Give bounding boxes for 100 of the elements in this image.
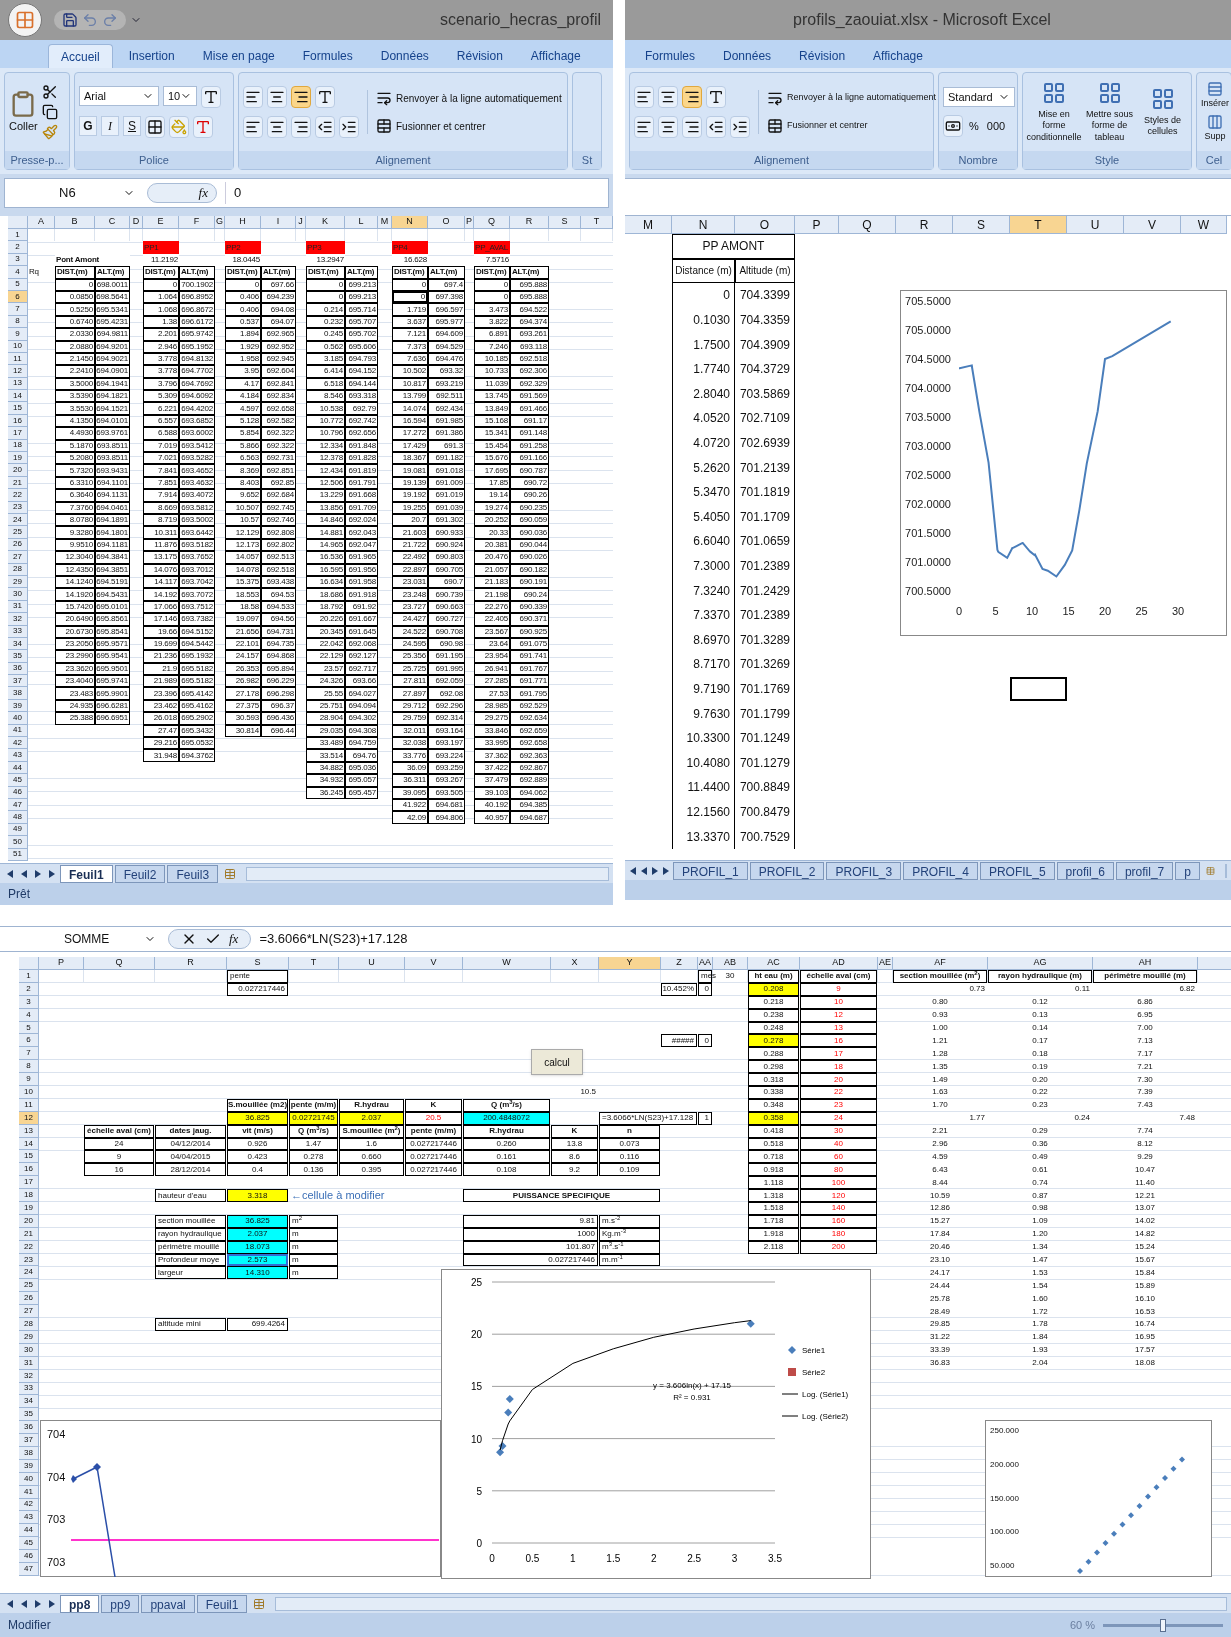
column-header[interactable]: S: [549, 216, 581, 229]
calcul-button[interactable]: calcul: [531, 1049, 583, 1075]
row-number[interactable]: 48: [8, 811, 28, 824]
row-number[interactable]: 12: [8, 365, 28, 378]
column-header[interactable]: K: [306, 216, 345, 229]
sheet-tab[interactable]: pp8: [60, 1594, 100, 1613]
row-number[interactable]: 9: [8, 328, 28, 341]
column-header[interactable]: AC: [748, 957, 800, 970]
column-header[interactable]: X: [551, 957, 599, 970]
sheet-tab[interactable]: profil_6: [1056, 861, 1114, 880]
row-number[interactable]: 19: [8, 452, 28, 465]
sheet-tab[interactable]: PROFIL_1: [673, 861, 748, 880]
align-bottom-button[interactable]: [682, 86, 702, 108]
align-top-button[interactable]: [243, 86, 263, 108]
column-header[interactable]: P: [39, 957, 84, 970]
column-header[interactable]: AG: [988, 957, 1093, 970]
new-sheet-icon[interactable]: [253, 1597, 266, 1610]
column-header[interactable]: Z: [661, 957, 698, 970]
column-header[interactable]: V: [405, 957, 463, 970]
row-number[interactable]: 14: [8, 390, 28, 403]
sheet-tab[interactable]: Feuil2: [114, 864, 166, 883]
column-header[interactable]: W: [1181, 216, 1227, 234]
new-sheet-icon[interactable]: [1206, 864, 1215, 877]
percent-button[interactable]: %: [967, 115, 981, 137]
column-header[interactable]: P: [795, 216, 839, 234]
align-center-button[interactable]: [658, 116, 678, 138]
save-icon[interactable]: [62, 12, 78, 28]
ribbon-tab[interactable]: Affichage: [861, 44, 935, 68]
row-number[interactable]: 15: [8, 402, 28, 415]
ribbon-tab[interactable]: Révision: [787, 44, 858, 68]
row-number[interactable]: 15: [19, 1150, 39, 1164]
name-box[interactable]: SOMME: [40, 929, 160, 949]
column-header[interactable]: AA: [698, 957, 713, 970]
copy-icon[interactable]: [41, 104, 58, 120]
column-header[interactable]: W: [463, 957, 551, 970]
column-header[interactable]: L: [345, 216, 378, 229]
borders-button[interactable]: [145, 116, 165, 138]
grow-font-button[interactable]: [201, 86, 221, 108]
style-button[interactable]: Mettre sous forme de tableau: [1085, 81, 1134, 143]
ribbon-tab[interactable]: Insertion: [116, 44, 187, 68]
column-header[interactable]: Y: [599, 957, 661, 970]
align-right-button[interactable]: [291, 116, 311, 138]
thousands-button[interactable]: 000: [984, 115, 1008, 137]
orientation-button[interactable]: [706, 86, 726, 108]
row-number[interactable]: 32: [8, 613, 28, 626]
column-header[interactable]: R: [155, 957, 227, 970]
ribbon-tab[interactable]: Données: [368, 44, 441, 68]
column-header[interactable]: U: [339, 957, 405, 970]
row-number[interactable]: 28: [19, 1318, 39, 1331]
horizontal-scrollbar[interactable]: [275, 1596, 1227, 1611]
row-number[interactable]: 7: [19, 1047, 39, 1061]
cut-icon[interactable]: [41, 84, 58, 100]
row-number[interactable]: 25: [8, 526, 28, 539]
insert-button[interactable]: Insérer: [1201, 80, 1229, 110]
sheet-tab[interactable]: Feuil1: [60, 864, 113, 883]
delete-button[interactable]: Supp: [1204, 114, 1226, 144]
column-header[interactable]: T: [581, 216, 613, 229]
sheet-tab[interactable]: PROFIL_5: [979, 861, 1055, 880]
row-number[interactable]: 45: [8, 774, 28, 787]
sheet-tab[interactable]: pp9: [101, 1594, 140, 1613]
row-number[interactable]: 19: [19, 1202, 39, 1215]
row-number[interactable]: 18: [19, 1189, 39, 1203]
active-cell-outline[interactable]: [1010, 676, 1067, 702]
horizontal-scrollbar[interactable]: [1225, 863, 1227, 878]
row-number[interactable]: 35: [19, 1408, 39, 1422]
paste-button[interactable]: Coller: [9, 89, 38, 135]
italic-button[interactable]: I: [101, 116, 119, 136]
align-middle-button[interactable]: [267, 86, 287, 108]
column-header[interactable]: Q: [839, 216, 896, 234]
column-header[interactable]: M: [378, 216, 392, 229]
row-number[interactable]: 16: [19, 1163, 39, 1177]
underline-button[interactable]: S: [123, 116, 141, 136]
align-left-button[interactable]: [634, 116, 654, 138]
ribbon-tab[interactable]: Affichage: [518, 44, 593, 68]
decrease-indent-button[interactable]: [315, 116, 335, 138]
column-header[interactable]: I: [261, 216, 296, 229]
ribbon-tab[interactable]: Formules: [633, 44, 707, 68]
orientation-button[interactable]: [315, 86, 335, 108]
column-header[interactable]: F: [179, 216, 215, 229]
align-top-button[interactable]: [634, 86, 654, 108]
column-header[interactable]: AE: [878, 957, 893, 970]
wrap-text-button[interactable]: Renvoyer à la ligne automatiquement: [767, 90, 937, 106]
column-header[interactable]: S: [953, 216, 1010, 234]
column-header[interactable]: N: [672, 216, 735, 234]
row-number[interactable]: 20: [8, 464, 28, 477]
ribbon-tab[interactable]: Données: [711, 44, 784, 68]
row-number[interactable]: 25: [19, 1279, 39, 1293]
row-number[interactable]: 17: [8, 427, 28, 440]
align-left-button[interactable]: [243, 116, 263, 138]
row-number[interactable]: 27: [19, 1305, 39, 1319]
row-number[interactable]: 37: [8, 675, 28, 688]
name-box[interactable]: N6: [9, 182, 139, 204]
merge-center-button[interactable]: Fusionner et centrer: [767, 118, 937, 134]
column-header[interactable]: A: [28, 216, 55, 229]
row-number[interactable]: 42: [8, 737, 28, 750]
column-header[interactable]: R: [510, 216, 549, 229]
style-button[interactable]: Styles de cellules: [1138, 86, 1187, 138]
function-button[interactable]: fx: [147, 183, 217, 203]
row-number[interactable]: 22: [8, 489, 28, 502]
font-name-field[interactable]: Arial: [79, 86, 159, 106]
